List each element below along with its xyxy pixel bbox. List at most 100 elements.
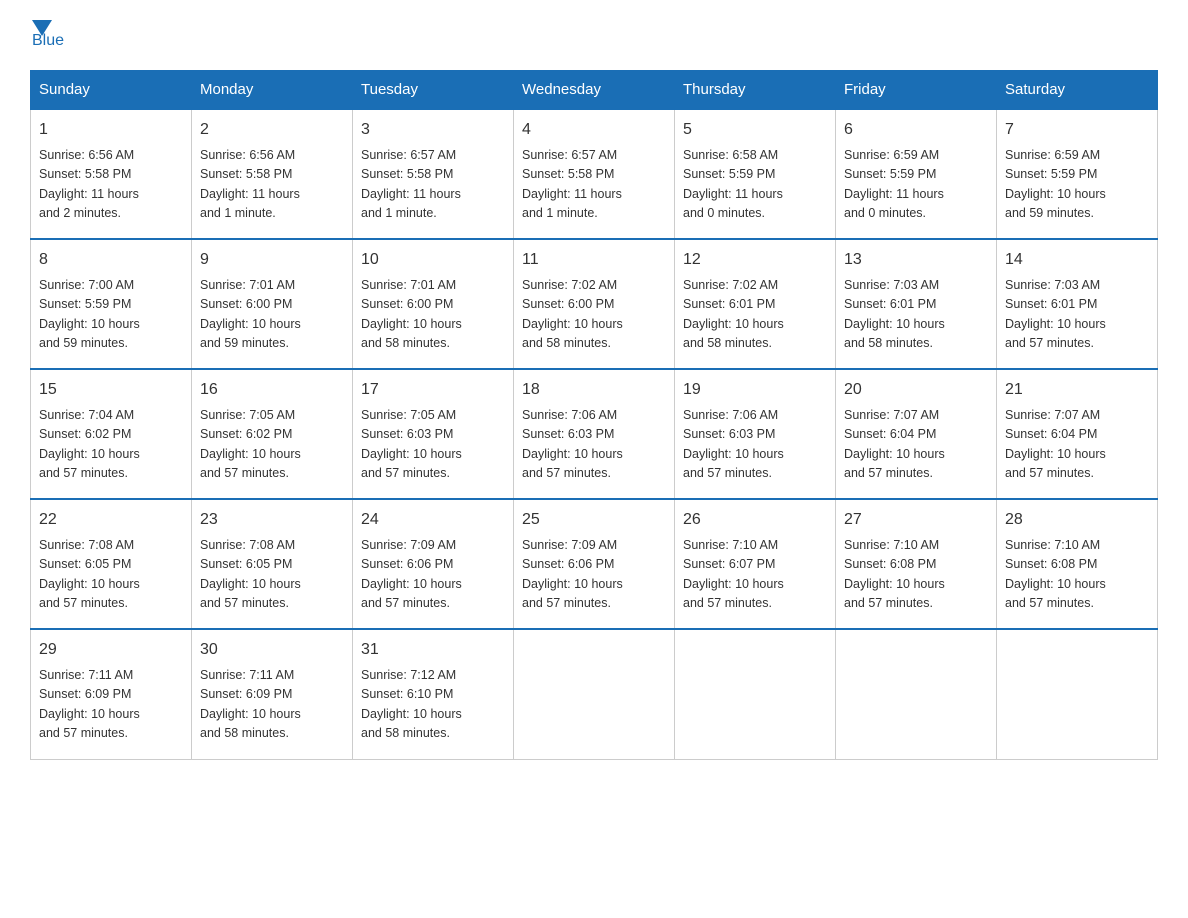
- day-info: Sunrise: 7:01 AM Sunset: 6:00 PM Dayligh…: [361, 276, 505, 354]
- day-info: Sunrise: 7:10 AM Sunset: 6:07 PM Dayligh…: [683, 536, 827, 614]
- day-info: Sunrise: 7:12 AM Sunset: 6:10 PM Dayligh…: [361, 666, 505, 744]
- column-header-monday: Monday: [192, 71, 353, 110]
- column-header-sunday: Sunday: [31, 71, 192, 110]
- calendar-week-row: 22 Sunrise: 7:08 AM Sunset: 6:05 PM Dayli…: [31, 499, 1158, 629]
- day-number: 16: [200, 378, 344, 402]
- day-info: Sunrise: 7:11 AM Sunset: 6:09 PM Dayligh…: [200, 666, 344, 744]
- day-number: 14: [1005, 248, 1149, 272]
- day-number: 5: [683, 118, 827, 142]
- calendar-cell: 23 Sunrise: 7:08 AM Sunset: 6:05 PM Dayli…: [192, 499, 353, 629]
- calendar-cell: 7 Sunrise: 6:59 AM Sunset: 5:59 PM Daylig…: [997, 109, 1158, 239]
- calendar-cell: 2 Sunrise: 6:56 AM Sunset: 5:58 PM Daylig…: [192, 109, 353, 239]
- day-number: 17: [361, 378, 505, 402]
- calendar-cell: 26 Sunrise: 7:10 AM Sunset: 6:07 PM Dayli…: [675, 499, 836, 629]
- day-info: Sunrise: 7:02 AM Sunset: 6:00 PM Dayligh…: [522, 276, 666, 354]
- day-info: Sunrise: 6:57 AM Sunset: 5:58 PM Dayligh…: [361, 146, 505, 224]
- column-header-tuesday: Tuesday: [353, 71, 514, 110]
- day-number: 19: [683, 378, 827, 402]
- day-number: 23: [200, 508, 344, 532]
- day-number: 25: [522, 508, 666, 532]
- day-info: Sunrise: 7:09 AM Sunset: 6:06 PM Dayligh…: [361, 536, 505, 614]
- day-info: Sunrise: 7:05 AM Sunset: 6:02 PM Dayligh…: [200, 406, 344, 484]
- day-number: 26: [683, 508, 827, 532]
- day-info: Sunrise: 7:03 AM Sunset: 6:01 PM Dayligh…: [1005, 276, 1149, 354]
- calendar-cell: [675, 629, 836, 759]
- day-number: 29: [39, 638, 183, 662]
- calendar-cell: 17 Sunrise: 7:05 AM Sunset: 6:03 PM Dayli…: [353, 369, 514, 499]
- calendar-cell: 27 Sunrise: 7:10 AM Sunset: 6:08 PM Dayli…: [836, 499, 997, 629]
- calendar-cell: 4 Sunrise: 6:57 AM Sunset: 5:58 PM Daylig…: [514, 109, 675, 239]
- day-info: Sunrise: 7:07 AM Sunset: 6:04 PM Dayligh…: [844, 406, 988, 484]
- day-number: 4: [522, 118, 666, 142]
- day-number: 22: [39, 508, 183, 532]
- day-number: 9: [200, 248, 344, 272]
- calendar-cell: 3 Sunrise: 6:57 AM Sunset: 5:58 PM Daylig…: [353, 109, 514, 239]
- calendar-week-row: 15Sunrise: 7:04 AM Sunset: 6:02 PM Dayli…: [31, 369, 1158, 499]
- day-number: 18: [522, 378, 666, 402]
- day-info: Sunrise: 7:01 AM Sunset: 6:00 PM Dayligh…: [200, 276, 344, 354]
- day-info: Sunrise: 6:56 AM Sunset: 5:58 PM Dayligh…: [200, 146, 344, 224]
- calendar-cell: 10 Sunrise: 7:01 AM Sunset: 6:00 PM Dayli…: [353, 239, 514, 369]
- day-info: Sunrise: 6:57 AM Sunset: 5:58 PM Dayligh…: [522, 146, 666, 224]
- day-number: 7: [1005, 118, 1149, 142]
- day-number: 24: [361, 508, 505, 532]
- day-number: 28: [1005, 508, 1149, 532]
- calendar-cell: 29 Sunrise: 7:11 AM Sunset: 6:09 PM Dayli…: [31, 629, 192, 759]
- day-info: Sunrise: 7:09 AM Sunset: 6:06 PM Dayligh…: [522, 536, 666, 614]
- day-number: 11: [522, 248, 666, 272]
- column-header-saturday: Saturday: [997, 71, 1158, 110]
- day-number: 8: [39, 248, 183, 272]
- calendar-cell: 25 Sunrise: 7:09 AM Sunset: 6:06 PM Dayli…: [514, 499, 675, 629]
- calendar-cell: 12Sunrise: 7:02 AM Sunset: 6:01 PM Dayli…: [675, 239, 836, 369]
- day-info: Sunrise: 7:11 AM Sunset: 6:09 PM Dayligh…: [39, 666, 183, 744]
- calendar-cell: 8 Sunrise: 7:00 AM Sunset: 5:59 PM Daylig…: [31, 239, 192, 369]
- day-number: 13: [844, 248, 988, 272]
- column-header-thursday: Thursday: [675, 71, 836, 110]
- calendar-cell: 21Sunrise: 7:07 AM Sunset: 6:04 PM Dayli…: [997, 369, 1158, 499]
- column-header-friday: Friday: [836, 71, 997, 110]
- calendar-cell: 20 Sunrise: 7:07 AM Sunset: 6:04 PM Dayli…: [836, 369, 997, 499]
- day-info: Sunrise: 7:06 AM Sunset: 6:03 PM Dayligh…: [683, 406, 827, 484]
- calendar-cell: 31Sunrise: 7:12 AM Sunset: 6:10 PM Dayli…: [353, 629, 514, 759]
- day-info: Sunrise: 7:07 AM Sunset: 6:04 PM Dayligh…: [1005, 406, 1149, 484]
- logo: Blue: [30, 20, 64, 50]
- day-number: 3: [361, 118, 505, 142]
- calendar-cell: 6 Sunrise: 6:59 AM Sunset: 5:59 PM Daylig…: [836, 109, 997, 239]
- day-info: Sunrise: 7:05 AM Sunset: 6:03 PM Dayligh…: [361, 406, 505, 484]
- day-info: Sunrise: 6:59 AM Sunset: 5:59 PM Dayligh…: [1005, 146, 1149, 224]
- day-number: 27: [844, 508, 988, 532]
- day-info: Sunrise: 7:08 AM Sunset: 6:05 PM Dayligh…: [200, 536, 344, 614]
- page-header: Blue: [30, 20, 1158, 50]
- column-header-wednesday: Wednesday: [514, 71, 675, 110]
- calendar-cell: 22 Sunrise: 7:08 AM Sunset: 6:05 PM Dayli…: [31, 499, 192, 629]
- day-number: 2: [200, 118, 344, 142]
- calendar-cell: [997, 629, 1158, 759]
- day-number: 1: [39, 118, 183, 142]
- day-info: Sunrise: 7:00 AM Sunset: 5:59 PM Dayligh…: [39, 276, 183, 354]
- day-number: 6: [844, 118, 988, 142]
- calendar-cell: 11 Sunrise: 7:02 AM Sunset: 6:00 PM Dayli…: [514, 239, 675, 369]
- calendar-cell: 16 Sunrise: 7:05 AM Sunset: 6:02 PM Dayli…: [192, 369, 353, 499]
- calendar-cell: 14 Sunrise: 7:03 AM Sunset: 6:01 PM Dayli…: [997, 239, 1158, 369]
- day-info: Sunrise: 7:08 AM Sunset: 6:05 PM Dayligh…: [39, 536, 183, 614]
- calendar-week-row: 1 Sunrise: 6:56 AM Sunset: 5:58 PM Daylig…: [31, 109, 1158, 239]
- day-info: Sunrise: 7:04 AM Sunset: 6:02 PM Dayligh…: [39, 406, 183, 484]
- calendar-cell: 15Sunrise: 7:04 AM Sunset: 6:02 PM Dayli…: [31, 369, 192, 499]
- calendar-cell: 24 Sunrise: 7:09 AM Sunset: 6:06 PM Dayli…: [353, 499, 514, 629]
- day-info: Sunrise: 6:58 AM Sunset: 5:59 PM Dayligh…: [683, 146, 827, 224]
- day-info: Sunrise: 6:59 AM Sunset: 5:59 PM Dayligh…: [844, 146, 988, 224]
- calendar-cell: 13 Sunrise: 7:03 AM Sunset: 6:01 PM Dayli…: [836, 239, 997, 369]
- day-number: 12: [683, 248, 827, 272]
- calendar-week-row: 8 Sunrise: 7:00 AM Sunset: 5:59 PM Daylig…: [31, 239, 1158, 369]
- calendar-cell: 30Sunrise: 7:11 AM Sunset: 6:09 PM Dayli…: [192, 629, 353, 759]
- day-info: Sunrise: 7:06 AM Sunset: 6:03 PM Dayligh…: [522, 406, 666, 484]
- day-number: 10: [361, 248, 505, 272]
- logo-underline: Blue: [30, 32, 64, 50]
- calendar-cell: 19 Sunrise: 7:06 AM Sunset: 6:03 PM Dayli…: [675, 369, 836, 499]
- calendar-cell: 28Sunrise: 7:10 AM Sunset: 6:08 PM Dayli…: [997, 499, 1158, 629]
- day-info: Sunrise: 7:10 AM Sunset: 6:08 PM Dayligh…: [844, 536, 988, 614]
- day-info: Sunrise: 7:03 AM Sunset: 6:01 PM Dayligh…: [844, 276, 988, 354]
- calendar-cell: [836, 629, 997, 759]
- calendar-cell: 5 Sunrise: 6:58 AM Sunset: 5:59 PM Daylig…: [675, 109, 836, 239]
- day-number: 20: [844, 378, 988, 402]
